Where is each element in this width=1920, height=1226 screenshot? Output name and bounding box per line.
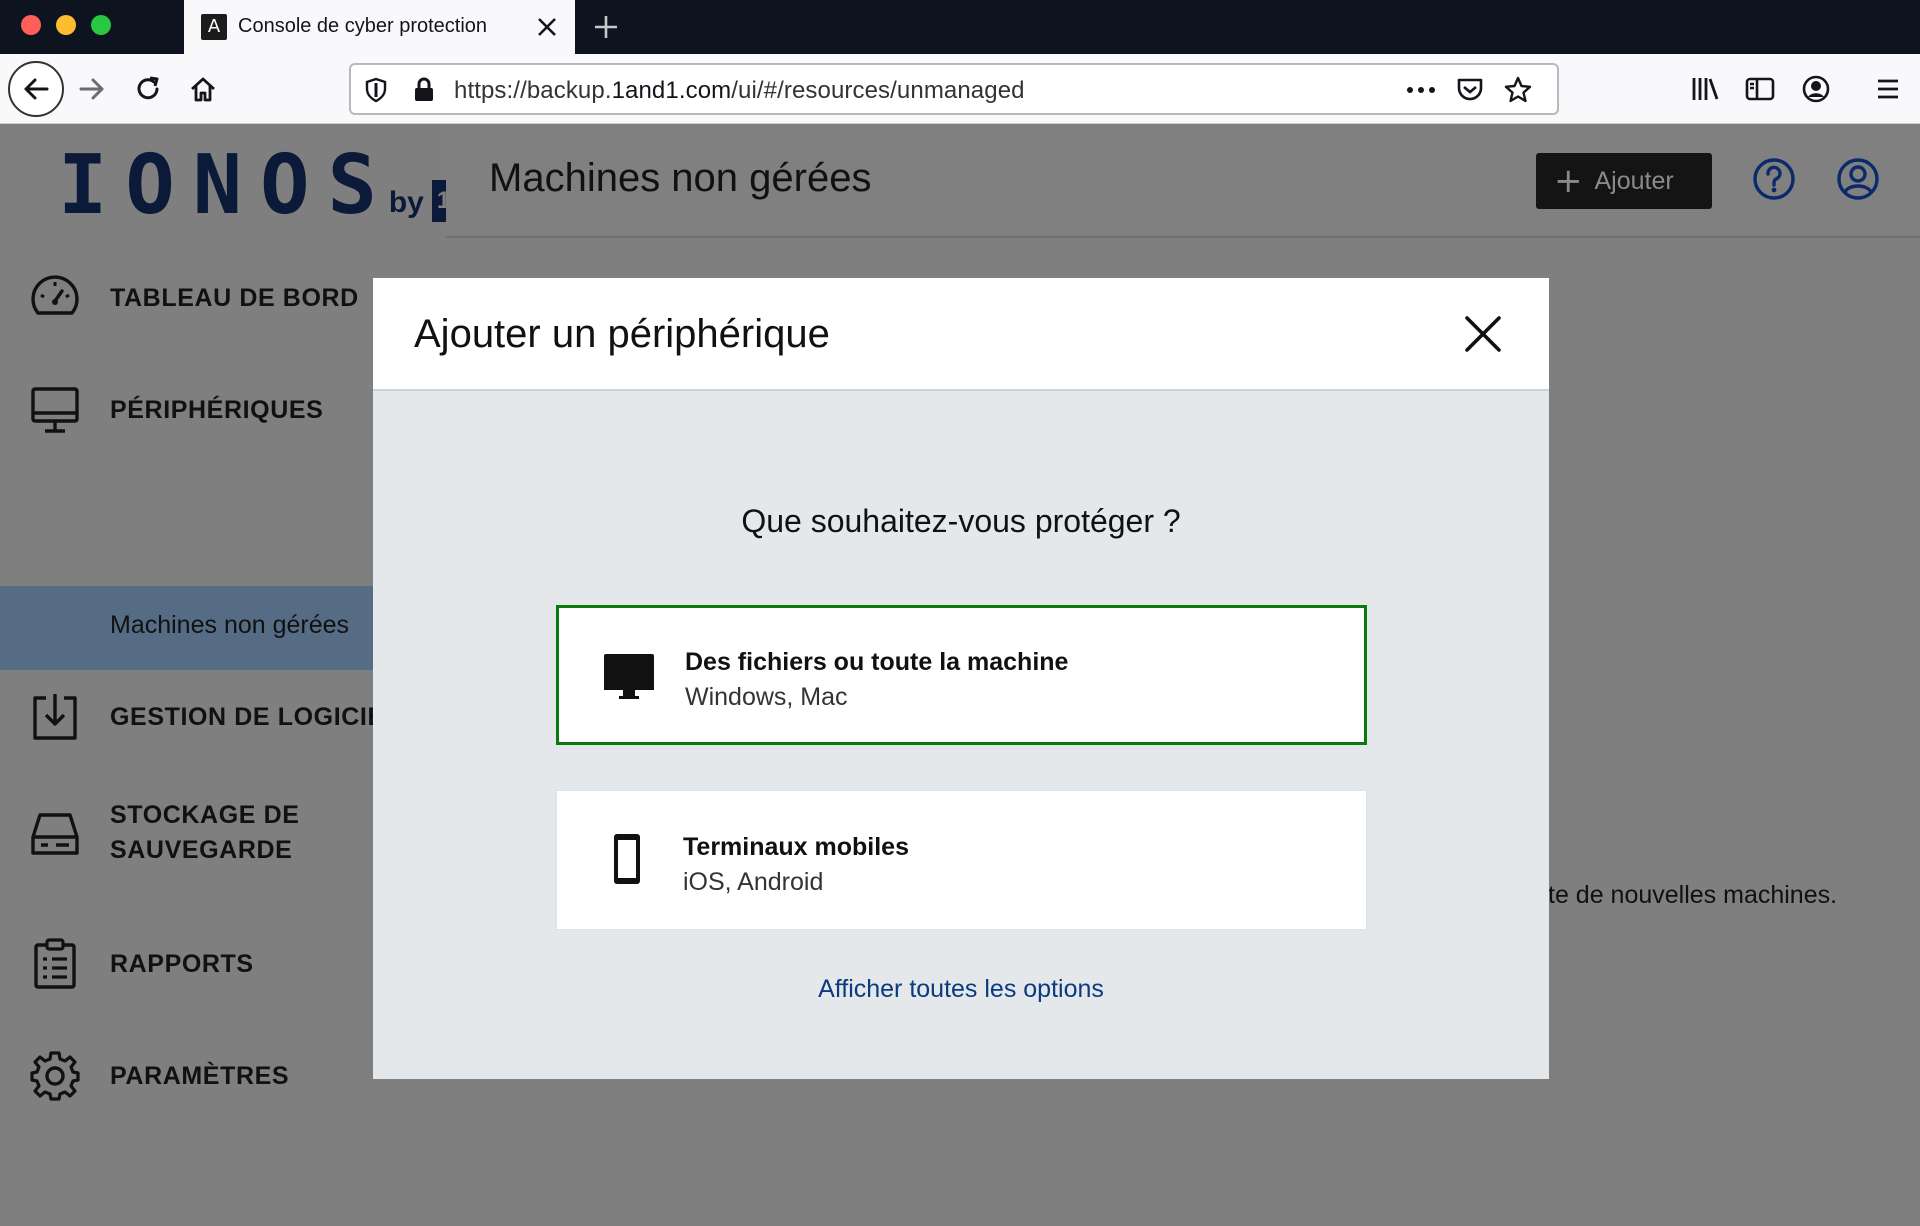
home-icon: [191, 77, 215, 102]
page-actions-icon[interactable]: [1406, 75, 1436, 105]
gear-icon: [30, 1051, 80, 1101]
download-tray-icon: [33, 694, 77, 740]
sidebar-item-label: STOCKAGE DE: [110, 801, 300, 829]
browser-toolbar: https://backup.1and1.com/ui/#/resources/…: [0, 54, 1920, 124]
tab-close-icon[interactable]: [533, 13, 561, 41]
dialog-header: Ajouter un périphérique: [373, 278, 1549, 391]
sidebar-item-label-line2: SAUVEGARDE: [110, 836, 293, 864]
option-title: Des fichiers ou toute la machine: [685, 648, 1069, 676]
dialog-question: Que souhaitez-vous protéger ?: [741, 503, 1181, 539]
window-zoom-button[interactable]: [91, 15, 111, 35]
bookmark-star-icon[interactable]: [1503, 75, 1533, 105]
browser-tab[interactable]: A Console de cyber protection: [184, 0, 575, 54]
browser-tab-bar: A Console de cyber protection: [0, 0, 1920, 54]
sidebar-toggle-icon: [1745, 77, 1775, 101]
sidebar-toggle-button[interactable]: [1736, 65, 1784, 113]
monitor-icon: [31, 387, 79, 433]
close-icon[interactable]: [1462, 313, 1504, 355]
tracking-shield-icon[interactable]: [361, 75, 391, 105]
menu-button[interactable]: [1864, 65, 1912, 113]
sidebar-item-label: TABLEAU DE BORD: [110, 283, 359, 312]
forward-button[interactable]: [68, 65, 116, 113]
add-button[interactable]: + Ajouter: [1536, 153, 1712, 209]
option-subtitle: iOS, Android: [683, 868, 824, 896]
window-minimize-button[interactable]: [56, 15, 76, 35]
lock-icon[interactable]: [409, 75, 439, 105]
plus-icon: +: [1554, 161, 1583, 201]
url-bar[interactable]: https://backup.1and1.com/ui/#/resources/…: [349, 63, 1559, 115]
library-button[interactable]: [1681, 65, 1729, 113]
user-account-icon[interactable]: [1836, 157, 1880, 201]
new-tab-icon[interactable]: [590, 11, 622, 43]
sidebar-item-label: PARAMÈTRES: [110, 1061, 290, 1090]
option-mobile-devices[interactable]: Terminaux mobiles iOS, Android: [556, 790, 1367, 930]
reload-button[interactable]: [124, 65, 172, 113]
account-icon: [1802, 75, 1830, 103]
ionos-logo[interactable]: IONOS by 1&1: [58, 145, 486, 227]
help-icon[interactable]: [1752, 157, 1796, 201]
reload-icon: [137, 76, 159, 100]
account-button[interactable]: [1792, 65, 1840, 113]
add-button-label: Ajouter: [1594, 166, 1674, 195]
background-empty-state-text: te de nouvelles machines.: [1548, 881, 1838, 909]
sidebar-subitem-label: Machines non gérées: [110, 611, 350, 639]
back-button[interactable]: [8, 61, 64, 117]
dashboard-gauge-icon: [31, 275, 79, 315]
add-device-dialog: Ajouter un périphérique Que souhaitez-vo…: [373, 278, 1549, 1079]
sidebar-item-label: PÉRIPHÉRIQUES: [110, 395, 324, 424]
hamburger-menu-icon: [1878, 79, 1898, 99]
mobile-phone-icon: [614, 834, 640, 884]
hard-drive-icon: [31, 813, 79, 855]
show-all-options-link[interactable]: Afficher toutes les options: [373, 975, 1549, 1004]
arrow-right-icon: [79, 78, 104, 100]
option-subtitle: Windows, Mac: [685, 683, 848, 711]
option-files-or-machine[interactable]: Des fichiers ou toute la machine Windows…: [556, 605, 1367, 745]
arrow-left-icon: [24, 78, 49, 100]
clipboard-report-icon: [34, 938, 76, 989]
library-icon: [1692, 78, 1719, 100]
sidebar-item-label: GESTION DE LOGICIEL: [110, 702, 401, 731]
window-close-button[interactable]: [21, 15, 41, 35]
sidebar-item-label: RAPPORTS: [110, 949, 254, 978]
tab-title: Console de cyber protection: [238, 15, 488, 37]
page-title: Machines non gérées: [489, 156, 872, 200]
desktop-computer-icon: [604, 654, 654, 699]
home-button[interactable]: [179, 65, 227, 113]
tab-favicon-icon: A: [201, 14, 227, 40]
option-title: Terminaux mobiles: [683, 833, 909, 861]
pocket-icon[interactable]: [1455, 75, 1485, 105]
url-text[interactable]: https://backup.1and1.com/ui/#/resources/…: [454, 77, 1025, 105]
dialog-title: Ajouter un périphérique: [414, 312, 830, 356]
